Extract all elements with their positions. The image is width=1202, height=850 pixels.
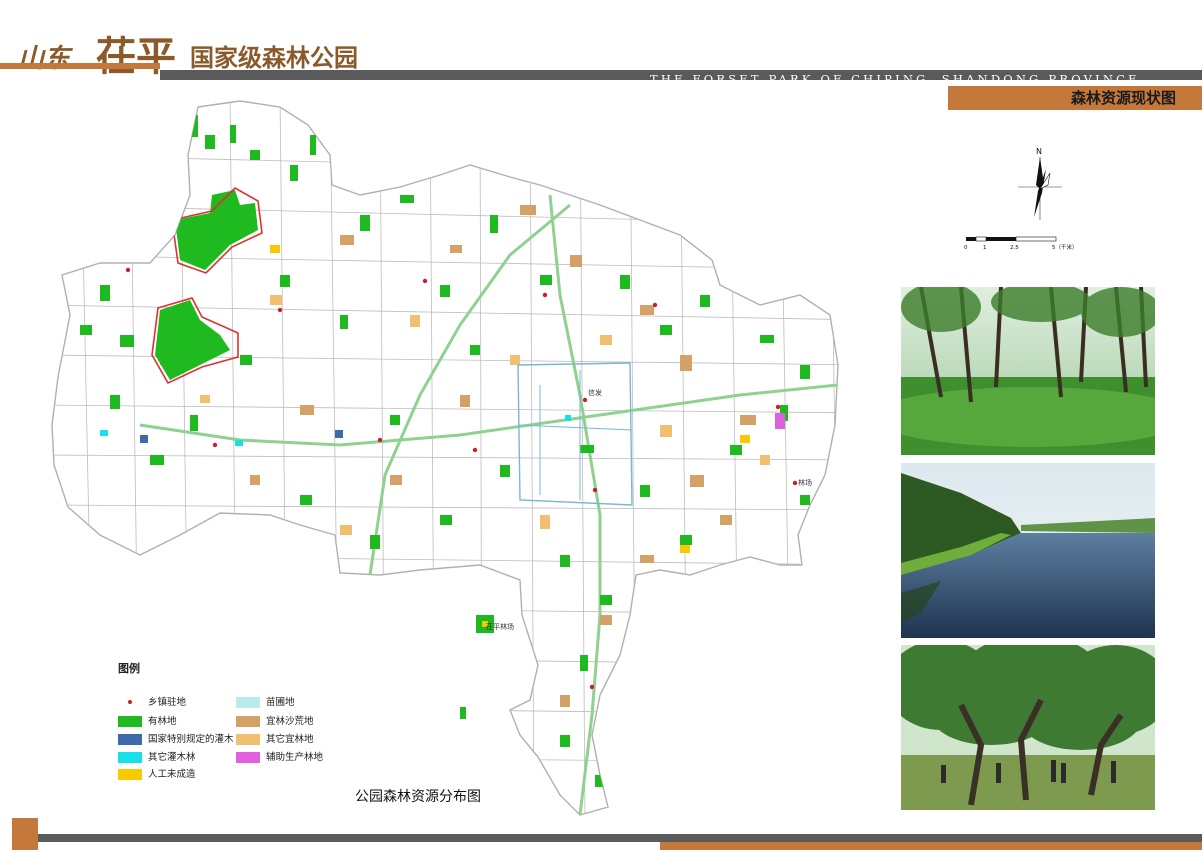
place-label-forest-farm: 茌平林场 xyxy=(486,622,514,631)
legend-item-sandy: 宜林沙荒地 xyxy=(236,715,314,729)
footer-orange-block xyxy=(12,818,38,850)
isolated-forest-patch xyxy=(460,707,466,719)
nursery-swatch-icon xyxy=(236,697,260,708)
scale-tick-3: 5（千米） xyxy=(1052,243,1078,251)
special-shrub-swatch-icon xyxy=(118,734,142,745)
header-logo: 山东 茌平 国家级森林公园 xyxy=(18,30,398,92)
auxiliary-swatch-icon xyxy=(236,752,260,763)
forest-photo xyxy=(901,287,1155,455)
north-arrow: N xyxy=(1018,147,1062,220)
legend-item-auxiliary: 辅助生产林地 xyxy=(236,751,323,765)
other-shrub-swatch-icon xyxy=(118,752,142,763)
legend-item-other-suitable: 其它宜林地 xyxy=(236,733,314,747)
north-label: N xyxy=(1036,147,1042,156)
unplanted-swatch-icon xyxy=(118,769,142,780)
header-orange-band xyxy=(0,63,160,69)
legend-item-nursery: 苗圃地 xyxy=(236,696,295,710)
place-label-linchang: 林场 xyxy=(798,478,812,487)
legend-item-special-shrub: 国家特别规定的灌木 xyxy=(118,733,234,747)
logo-shandong: 山东 xyxy=(18,44,71,74)
scale-seg-4 xyxy=(1015,236,1057,242)
legend-item-township: 乡镇驻地 xyxy=(118,696,186,710)
footer-gray-band xyxy=(38,834,1202,842)
scale-tick-1: 1 xyxy=(983,245,987,251)
river-photo xyxy=(901,463,1155,638)
map-legend: 图例 乡镇驻地 苗圃地 有林地 宜林沙荒地 国家特别规定的灌木 其它宜林地 其它… xyxy=(118,660,358,780)
scale-bar: 0 1 2.5 5（千米） xyxy=(964,236,1078,251)
footer-orange-band xyxy=(660,842,1202,850)
map-caption: 公园森林资源分布图 xyxy=(355,789,481,805)
place-label-xinfa: 信发 xyxy=(588,388,602,397)
scale-tick-0: 0 xyxy=(964,245,968,251)
sandy-swatch-icon xyxy=(236,716,260,727)
scale-tick-2: 2.5 xyxy=(1010,245,1019,251)
scale-seg-2 xyxy=(975,236,987,242)
logo-park-name: 国家级森林公园 xyxy=(190,43,358,72)
subtitle-english: THE FORSET PARK OF CHIPING, SHANDONG PRO… xyxy=(650,72,1140,86)
scale-seg-1 xyxy=(966,237,976,241)
scale-seg-3 xyxy=(986,237,1016,241)
legend-title: 图例 xyxy=(118,662,140,675)
other-suitable-swatch-icon xyxy=(236,734,260,745)
orchard-photo xyxy=(901,645,1155,810)
legend-item-forest: 有林地 xyxy=(118,715,177,729)
legend-item-unplanted: 人工未成造 xyxy=(118,768,196,782)
township-dot-icon xyxy=(118,697,142,708)
sheet-title: 森林资源现状图 xyxy=(948,86,1202,110)
forest-swatch-icon xyxy=(118,716,142,727)
legend-item-other-shrub: 其它灌木林 xyxy=(118,751,196,765)
